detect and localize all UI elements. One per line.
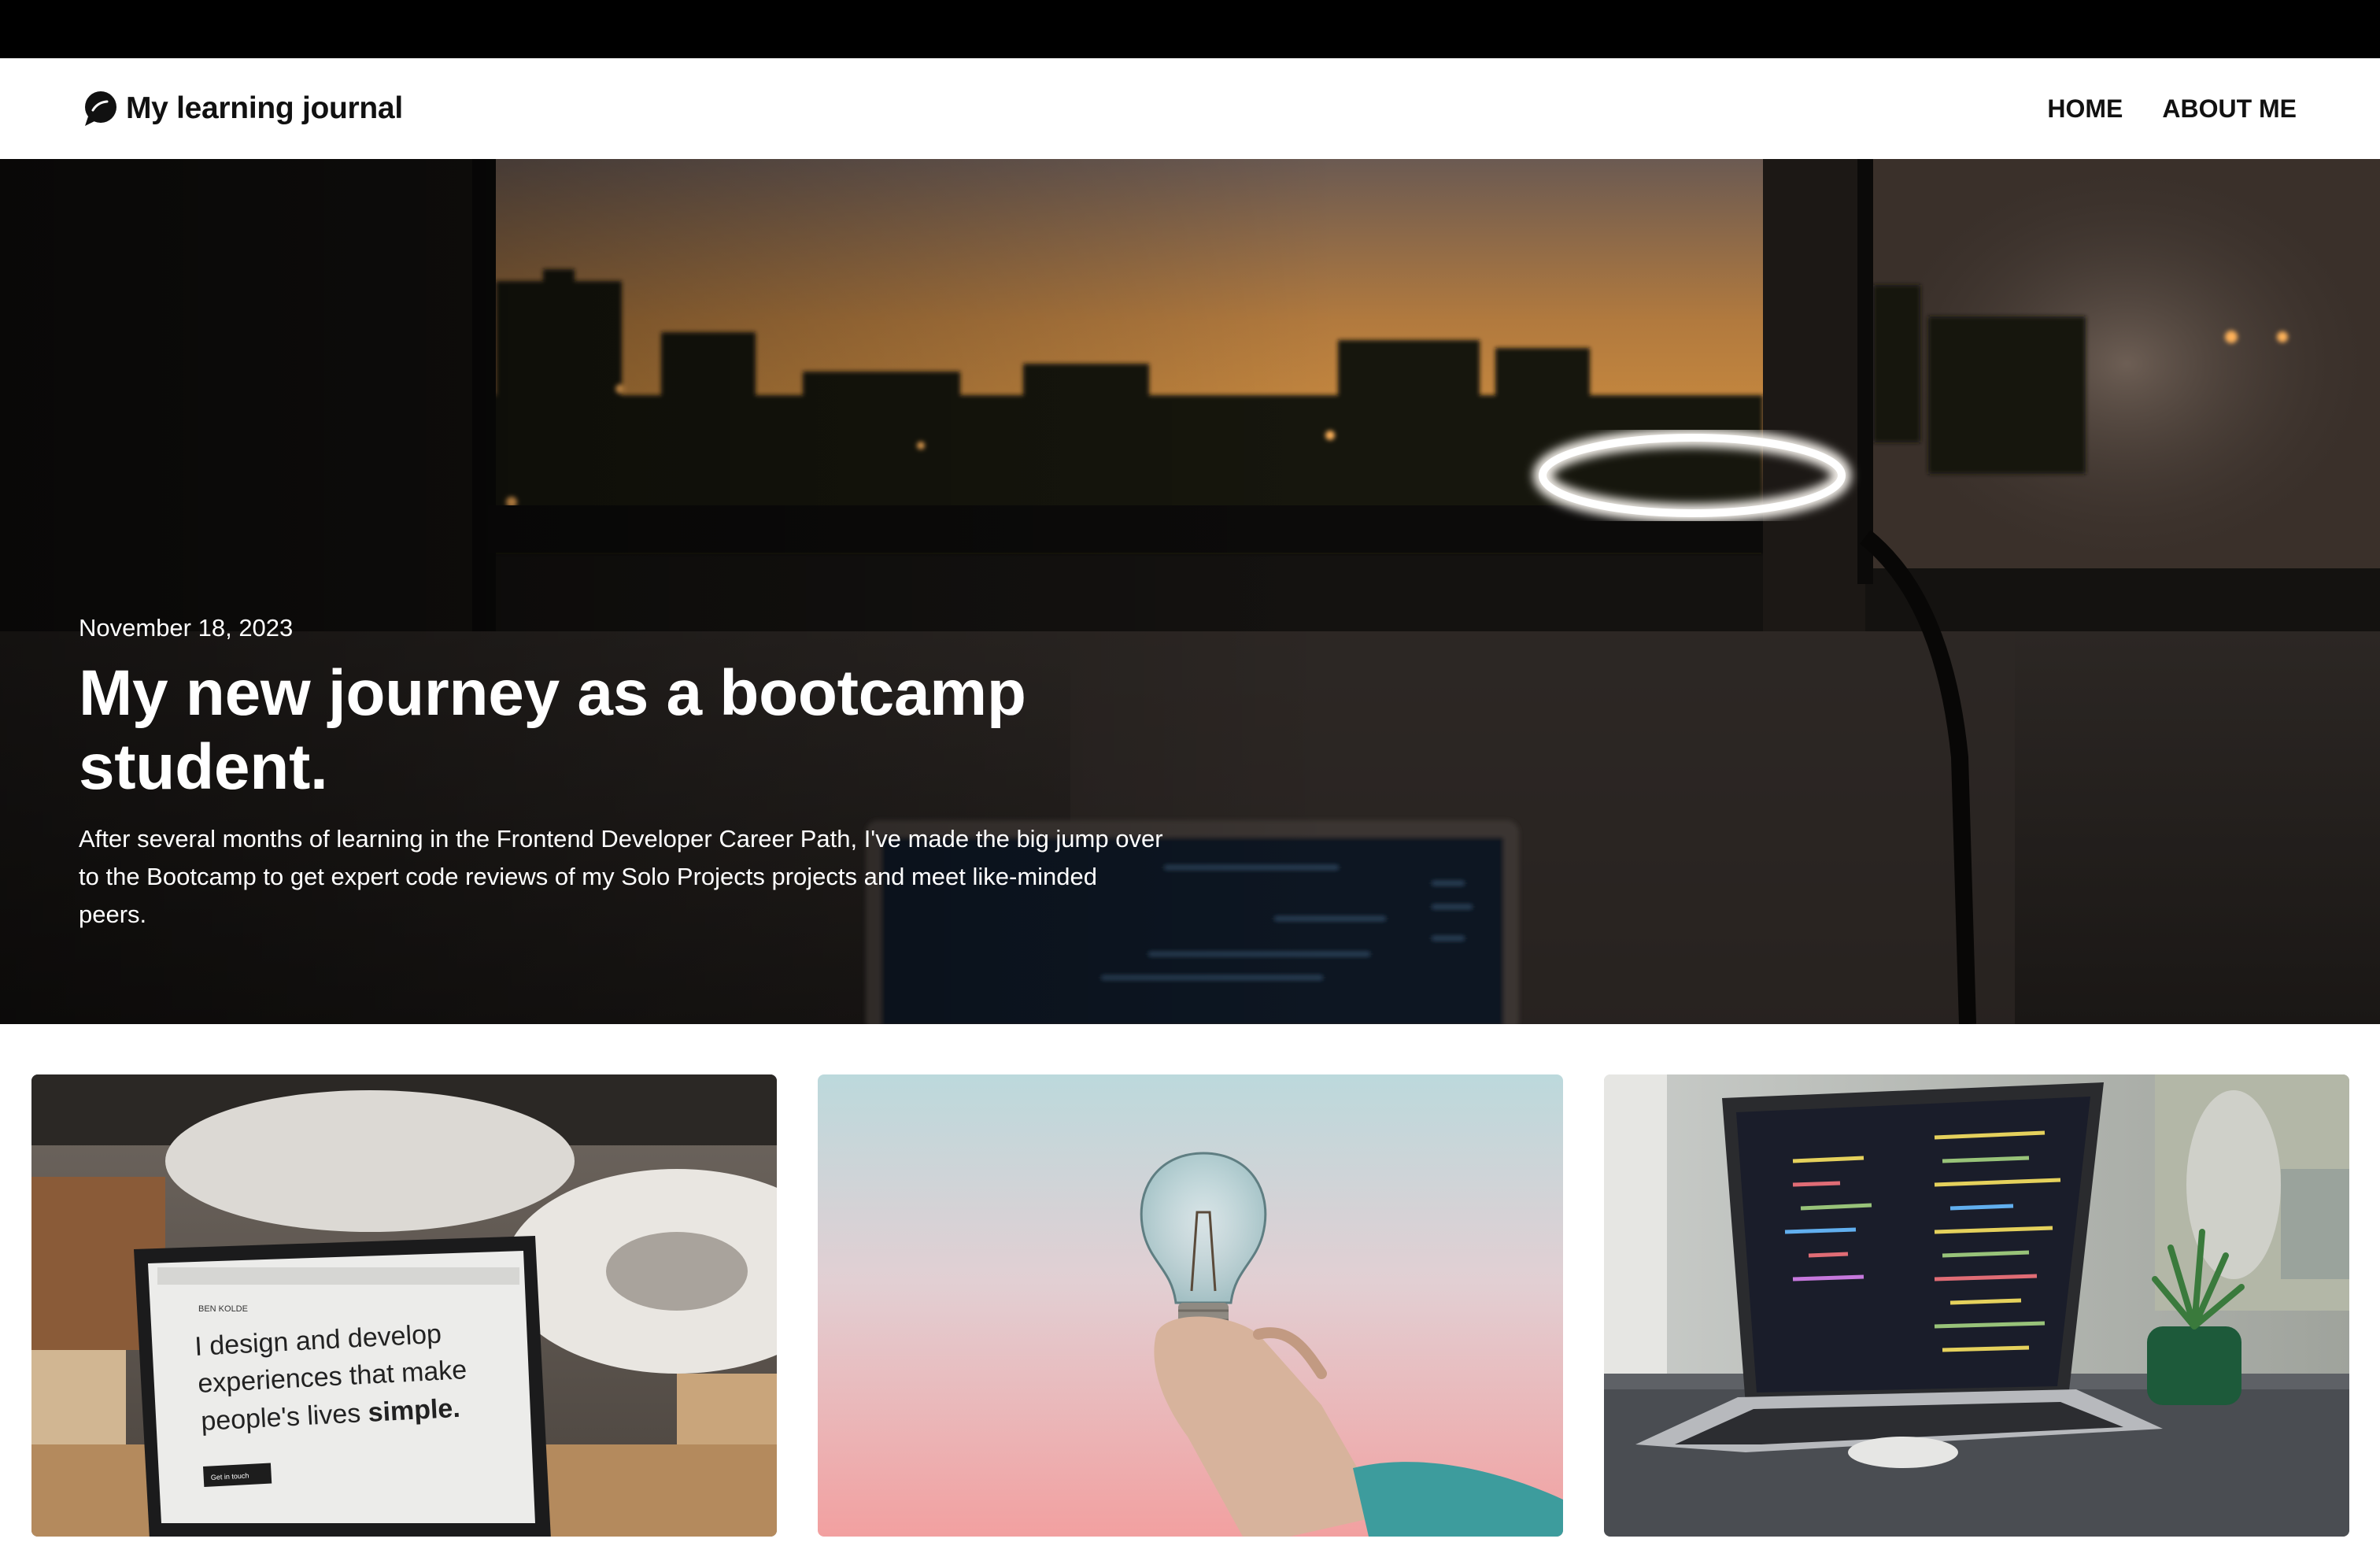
post-card[interactable] bbox=[818, 1074, 1563, 1537]
post-title[interactable]: My new journey as a bootcamp student. bbox=[79, 656, 1133, 804]
brand-title: My learning journal bbox=[126, 91, 403, 125]
nav-link-about-me[interactable]: ABOUT ME bbox=[2162, 94, 2297, 124]
nav-link-home[interactable]: HOME bbox=[2047, 94, 2123, 124]
post-date: November 18, 2023 bbox=[79, 614, 294, 642]
hero-text-block: November 18, 2023 My new journey as a bo… bbox=[79, 614, 1212, 934]
hero-featured-post[interactable]: November 18, 2023 My new journey as a bo… bbox=[0, 159, 2380, 1024]
hand-holding-lightbulb-photo bbox=[818, 1074, 1563, 1537]
post-card[interactable] bbox=[1604, 1074, 2349, 1537]
brand-logo-link[interactable]: My learning journal bbox=[82, 90, 403, 128]
top-black-bar bbox=[0, 0, 2380, 58]
chat-bubble-icon bbox=[85, 91, 116, 126]
post-excerpt: After several months of learning in the … bbox=[79, 825, 1163, 928]
svg-text:BEN KOLDE: BEN KOLDE bbox=[198, 1304, 248, 1314]
laptop-code-photo bbox=[1604, 1074, 2349, 1537]
post-cards-grid: BEN KOLDE I design and develop experienc… bbox=[31, 1074, 2349, 1546]
site-header: My learning journal HOME ABOUT ME bbox=[0, 58, 2380, 159]
laptop-design-photo: BEN KOLDE I design and develop experienc… bbox=[31, 1074, 777, 1537]
post-card[interactable]: BEN KOLDE I design and develop experienc… bbox=[31, 1074, 777, 1537]
main-nav: HOME ABOUT ME bbox=[2047, 94, 2297, 124]
